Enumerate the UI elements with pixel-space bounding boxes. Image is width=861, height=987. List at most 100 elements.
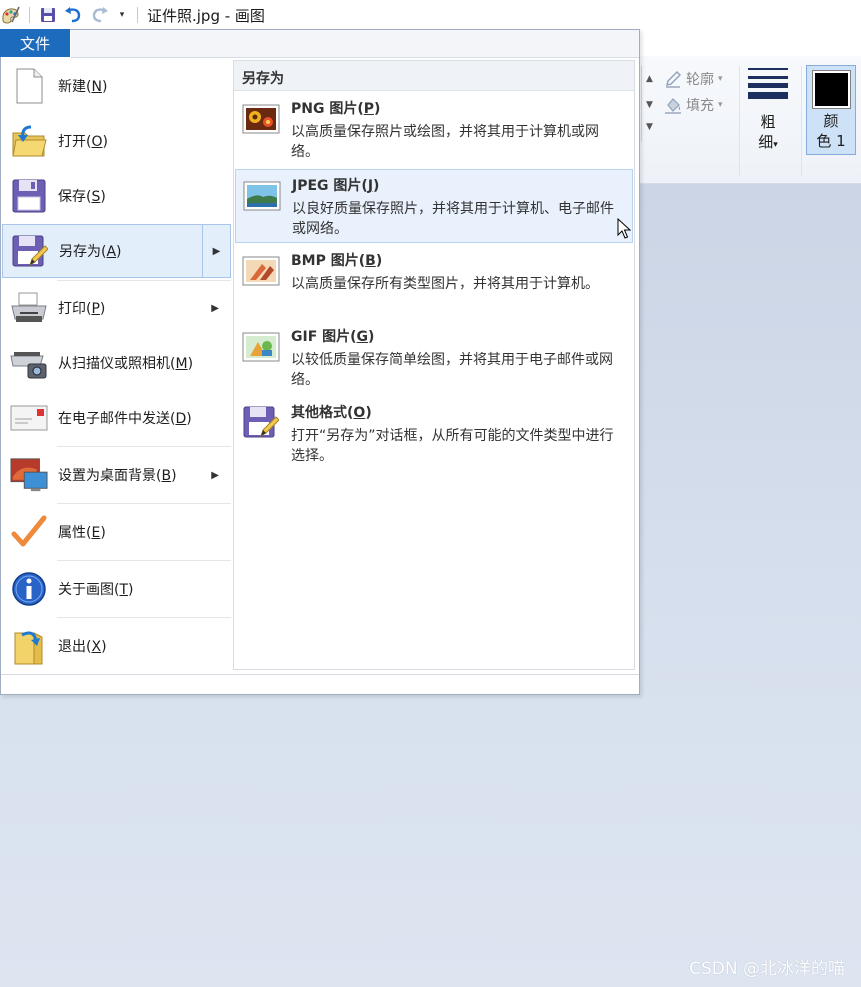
save-as-jpeg[interactable]: JPEG 图片(J) 以良好质量保存照片，并将其用于计算机、电子邮件或网络。 bbox=[235, 169, 633, 243]
menu-item-accesskey: S bbox=[91, 189, 101, 205]
save-icon[interactable] bbox=[38, 5, 58, 25]
format-description: 以较低质量保存简单绘图，并将其用于电子邮件或网络。 bbox=[291, 352, 613, 388]
gif-image-icon bbox=[242, 331, 280, 363]
menu-item-accesskey: M bbox=[175, 356, 188, 372]
menu-item-open[interactable]: 打开(O) bbox=[2, 114, 231, 168]
menu-item-exit[interactable]: 退出(X) bbox=[2, 619, 231, 673]
format-description: 以高质量保存照片或绘图，并将其用于计算机或网络。 bbox=[291, 124, 599, 160]
menu-item-accesskey: O bbox=[91, 134, 103, 150]
menu-separator bbox=[57, 560, 231, 561]
new-document-icon bbox=[10, 68, 48, 104]
title-separator bbox=[137, 7, 138, 23]
paint-app-icon[interactable] bbox=[0, 5, 20, 25]
save-as-gif[interactable]: GIF 图片(G) 以较低质量保存简单绘图，并将其用于电子邮件或网络。 bbox=[235, 321, 633, 395]
menu-item-send-email[interactable]: 在电子邮件中发送(D) bbox=[2, 391, 231, 445]
submenu-arrow-icon[interactable]: ▶ bbox=[202, 225, 230, 277]
bmp-image-icon bbox=[242, 255, 280, 287]
menu-separator bbox=[57, 503, 231, 504]
menu-item-label: 设置为桌面背景 bbox=[58, 468, 156, 484]
save-as-icon bbox=[11, 234, 49, 270]
fill-button[interactable]: 填充 ▾ bbox=[664, 95, 723, 115]
menu-item-label: 关于画图 bbox=[58, 582, 114, 598]
ribbon-separator bbox=[801, 66, 802, 176]
undo-icon[interactable] bbox=[63, 5, 83, 25]
outline-dropdown-icon: ▾ bbox=[718, 74, 723, 84]
fill-label: 填充 bbox=[686, 98, 714, 114]
title-bar: ▾ 证件照.jpg - 画图 bbox=[0, 0, 861, 30]
menu-item-save[interactable]: 保存(S) bbox=[2, 169, 231, 223]
outline-label: 轮廓 bbox=[686, 72, 714, 88]
desktop-background-icon bbox=[10, 457, 48, 493]
outline-pen-icon bbox=[666, 71, 681, 88]
menu-separator bbox=[57, 617, 231, 618]
fill-bucket-icon bbox=[665, 98, 681, 114]
quick-access-separator bbox=[29, 7, 30, 23]
menu-item-new[interactable]: 新建(N) bbox=[2, 59, 231, 113]
format-title: 其他格式 bbox=[291, 405, 347, 421]
menu-item-set-desktop-background[interactable]: 设置为桌面背景(B) ▶ bbox=[2, 448, 231, 502]
menu-item-accesskey: T bbox=[119, 582, 129, 598]
outline-button[interactable]: 轮廓 ▾ bbox=[664, 69, 723, 89]
menu-item-label: 新建 bbox=[58, 79, 86, 95]
menu-item-accesskey: N bbox=[91, 79, 102, 95]
thickness-dropdown-icon: ▾ bbox=[773, 140, 778, 150]
file-menu-footer bbox=[1, 674, 639, 675]
menu-item-save-as[interactable]: 另存为(A) ▶ bbox=[2, 224, 231, 278]
thickness-button[interactable]: 粗 细▾ bbox=[748, 112, 788, 155]
other-formats-icon bbox=[242, 406, 280, 439]
format-title: GIF 图片 bbox=[291, 329, 351, 345]
gallery-expand-icon[interactable]: ▼ bbox=[646, 122, 653, 132]
menu-separator bbox=[57, 446, 231, 447]
ribbon-separator bbox=[739, 66, 740, 176]
fill-dropdown-icon: ▾ bbox=[718, 100, 723, 110]
format-title: BMP 图片 bbox=[291, 253, 359, 269]
menu-item-label: 另存为 bbox=[59, 244, 101, 260]
window-title: 证件照.jpg - 画图 bbox=[147, 7, 265, 25]
info-icon bbox=[10, 571, 48, 607]
menu-item-label: 打印 bbox=[58, 301, 86, 317]
file-tab-label: 文件 bbox=[19, 34, 50, 53]
jpeg-image-icon bbox=[243, 180, 281, 212]
color1-label-line1: 颜 bbox=[823, 112, 839, 130]
scroll-down-icon[interactable]: ▼ bbox=[646, 100, 653, 110]
format-description: 以良好质量保存照片，并将其用于计算机、电子邮件或网络。 bbox=[292, 201, 614, 237]
thickness-label-line1: 粗 bbox=[760, 113, 776, 131]
format-accesskey: J bbox=[367, 178, 374, 194]
menu-item-about-paint[interactable]: 关于画图(T) bbox=[2, 562, 231, 616]
line-thickness-icon[interactable] bbox=[748, 68, 790, 103]
menu-item-accesskey: P bbox=[91, 301, 100, 317]
save-as-bmp[interactable]: BMP 图片(B) 以高质量保存所有类型图片，并将其用于计算机。 bbox=[235, 245, 633, 319]
menu-item-from-scanner[interactable]: 从扫描仪或照相机(M) bbox=[2, 336, 231, 390]
save-as-png[interactable]: PNG 图片(P) 以高质量保存照片或绘图，并将其用于计算机或网络。 bbox=[235, 93, 633, 167]
submenu-arrow-icon: ▶ bbox=[211, 302, 219, 314]
save-as-other-formats[interactable]: 其他格式(O) 打开“另存为”对话框，从所有可能的文件类型中进行选择。 bbox=[235, 397, 633, 471]
format-accesskey: B bbox=[365, 253, 376, 269]
format-title: JPEG 图片 bbox=[292, 178, 362, 194]
scroll-up-icon[interactable]: ▲ bbox=[646, 74, 653, 84]
color1-button[interactable]: 颜 色 1 bbox=[806, 65, 856, 155]
color1-label-line2: 色 1 bbox=[816, 132, 846, 150]
menu-item-label: 属性 bbox=[58, 525, 86, 541]
color1-swatch bbox=[812, 70, 851, 109]
file-tab[interactable]: 文件 bbox=[0, 29, 70, 57]
thickness-label-line2: 细 bbox=[758, 133, 774, 151]
scanner-camera-icon bbox=[10, 345, 48, 381]
menu-item-label: 保存 bbox=[58, 189, 86, 205]
save-as-pane: 另存为 PNG 图片(P) 以高质量保存照片或绘图，并将其用于计算机或网络。 J… bbox=[233, 60, 635, 670]
save-disk-icon bbox=[10, 178, 48, 214]
format-accesskey: O bbox=[353, 405, 366, 421]
shapes-gallery-scroll[interactable]: ▲ ▼ ▼ bbox=[641, 66, 658, 142]
menu-item-print[interactable]: 打印(P) ▶ bbox=[2, 281, 231, 335]
menu-item-label: 在电子邮件中发送 bbox=[58, 411, 170, 427]
file-menu: 新建(N) 打开(O) 保存(S) 另存为(A) ▶ 打印(P) ▶ 从扫描仪或… bbox=[0, 29, 640, 695]
customize-quick-access-chevron-icon[interactable]: ▾ bbox=[112, 5, 132, 25]
png-image-icon bbox=[242, 103, 280, 135]
redo-icon[interactable] bbox=[90, 5, 110, 25]
menu-item-properties[interactable]: 属性(E) bbox=[2, 505, 231, 559]
file-menu-top-strip bbox=[71, 30, 639, 58]
format-accesskey: P bbox=[363, 101, 375, 117]
menu-item-accesskey: X bbox=[91, 639, 102, 655]
save-as-pane-title: 另存为 bbox=[242, 71, 284, 87]
format-accesskey: G bbox=[356, 329, 369, 345]
mouse-cursor-icon bbox=[617, 218, 631, 239]
